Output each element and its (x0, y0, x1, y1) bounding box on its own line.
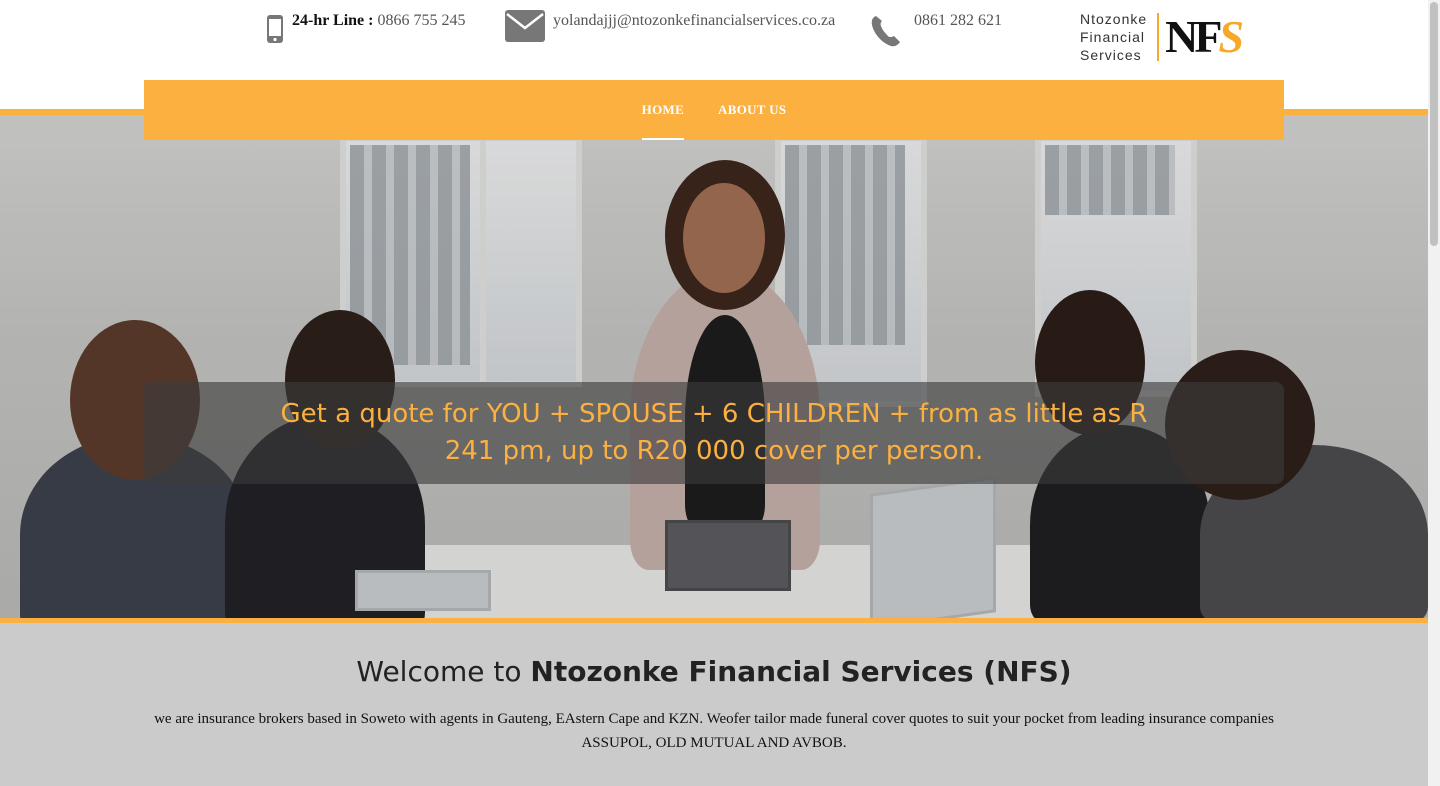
site-logo[interactable]: Ntozonke Financial Services NFS (1080, 10, 1244, 64)
main-nav: HOME ABOUT US (144, 80, 1284, 140)
line-label: 24-hr Line : (292, 12, 374, 29)
contact-24hr-line: 24-hr Line : 0866 755 245 (266, 12, 465, 49)
welcome-title: Welcome to Ntozonke Financial Services (… (356, 655, 1072, 688)
logo-mark: NFS (1165, 11, 1244, 62)
hero-overlay (0, 115, 1428, 620)
contact-email: yolandajjj@ntozonkefinancialservices.co.… (505, 10, 835, 47)
mobile-phone-icon (266, 14, 284, 49)
email-link[interactable]: yolandajjj@ntozonkefinancialservices.co.… (553, 12, 835, 30)
quote-banner: Get a quote for YOU + SPOUSE + 6 CHILDRE… (144, 382, 1284, 484)
nav-about-us[interactable]: ABOUT US (718, 80, 786, 140)
page-scrollbar[interactable] (1428, 0, 1440, 786)
scrollbar-thumb[interactable] (1430, 2, 1438, 246)
contact-phone: 0861 282 621 (870, 12, 1002, 53)
welcome-text: we are insurance brokers based in Soweto… (154, 711, 1274, 751)
phone-icon (870, 14, 902, 53)
logo-divider (1157, 13, 1160, 61)
hero-banner: Get a quote for YOU + SPOUSE + 6 CHILDRE… (0, 115, 1428, 620)
envelope-icon (505, 10, 545, 47)
phone-number[interactable]: 0861 282 621 (914, 12, 1002, 30)
line-number[interactable]: 0866 755 245 (377, 12, 465, 29)
welcome-section: Welcome to Ntozonke Financial Services (… (0, 623, 1428, 786)
quote-text: Get a quote for YOU + SPOUSE + 6 CHILDRE… (280, 399, 1148, 466)
nav-home[interactable]: HOME (641, 80, 685, 140)
logo-wordmark: Ntozonke Financial Services (1080, 11, 1148, 63)
